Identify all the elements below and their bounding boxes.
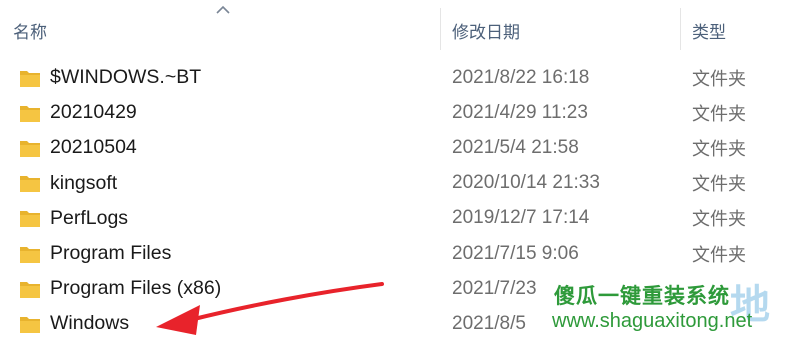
watermark: 地 傻瓜一键重装系统 www.shaguaxitong.net — [540, 270, 800, 343]
list-item[interactable]: 20210504 2021/5/4 21:58 文件夹 — [0, 130, 800, 165]
file-name: kingsoft — [50, 171, 118, 194]
chevron-up-icon — [216, 5, 230, 14]
file-name: 20210504 — [50, 136, 137, 159]
column-header-type[interactable]: 类型 — [680, 0, 800, 52]
file-type: 文件夹 — [692, 68, 746, 89]
file-type: 文件夹 — [692, 174, 746, 195]
file-name: PerfLogs — [50, 206, 129, 229]
folder-icon — [20, 176, 40, 193]
file-name: Windows — [50, 312, 130, 335]
modified-date: 2021/4/29 11:23 — [452, 101, 588, 123]
column-header-name-label: 名称 — [13, 23, 47, 42]
modified-date: 2020/10/14 21:33 — [452, 172, 600, 194]
list-item[interactable]: 20210429 2021/4/29 11:23 文件夹 — [0, 95, 800, 130]
modified-date: 2021/7/15 9:06 — [452, 242, 579, 264]
watermark-title: 傻瓜一键重装系统 — [554, 285, 730, 308]
folder-icon — [20, 105, 40, 122]
modified-date: 2021/7/23 — [452, 277, 537, 299]
file-explorer-list: 名称 修改日期 类型 $WINDOWS.~BT 2021/8/22 16:18 文件… — [0, 0, 800, 343]
folder-icon — [20, 140, 40, 157]
column-header-date[interactable]: 修改日期 — [440, 0, 680, 52]
folder-icon — [20, 281, 40, 298]
watermark-url: www.shaguaxitong.net — [552, 310, 753, 332]
file-name: Program Files — [50, 242, 172, 264]
column-header-date-label: 修改日期 — [452, 23, 520, 42]
file-type: 文件夹 — [692, 103, 746, 124]
file-name: $WINDOWS.~BT — [50, 66, 202, 88]
file-type: 文件夹 — [692, 138, 746, 159]
modified-date: 2021/8/5 — [452, 312, 526, 334]
folder-icon — [20, 316, 40, 333]
file-name: Program Files (x86) — [50, 277, 222, 300]
modified-date: 2021/8/22 16:18 — [452, 66, 590, 88]
list-item[interactable]: $WINDOWS.~BT 2021/8/22 16:18 文件夹 — [0, 60, 800, 95]
column-header-type-label: 类型 — [692, 23, 726, 42]
file-name: 20210429 — [50, 101, 137, 124]
list-item[interactable]: Program Files 2021/7/15 9:06 文件夹 — [0, 236, 800, 271]
list-item[interactable]: kingsoft 2020/10/14 21:33 文件夹 — [0, 166, 800, 201]
list-item[interactable]: PerfLogs 2019/12/7 17:14 文件夹 — [0, 201, 800, 236]
modified-date: 2019/12/7 17:14 — [452, 207, 590, 229]
file-type: 文件夹 — [692, 244, 746, 265]
file-type: 文件夹 — [692, 209, 746, 230]
folder-icon — [20, 211, 40, 228]
folder-icon — [20, 246, 40, 263]
folder-icon — [20, 70, 40, 87]
column-header-bar: 名称 修改日期 类型 — [0, 0, 800, 52]
modified-date: 2021/5/4 21:58 — [452, 136, 579, 158]
